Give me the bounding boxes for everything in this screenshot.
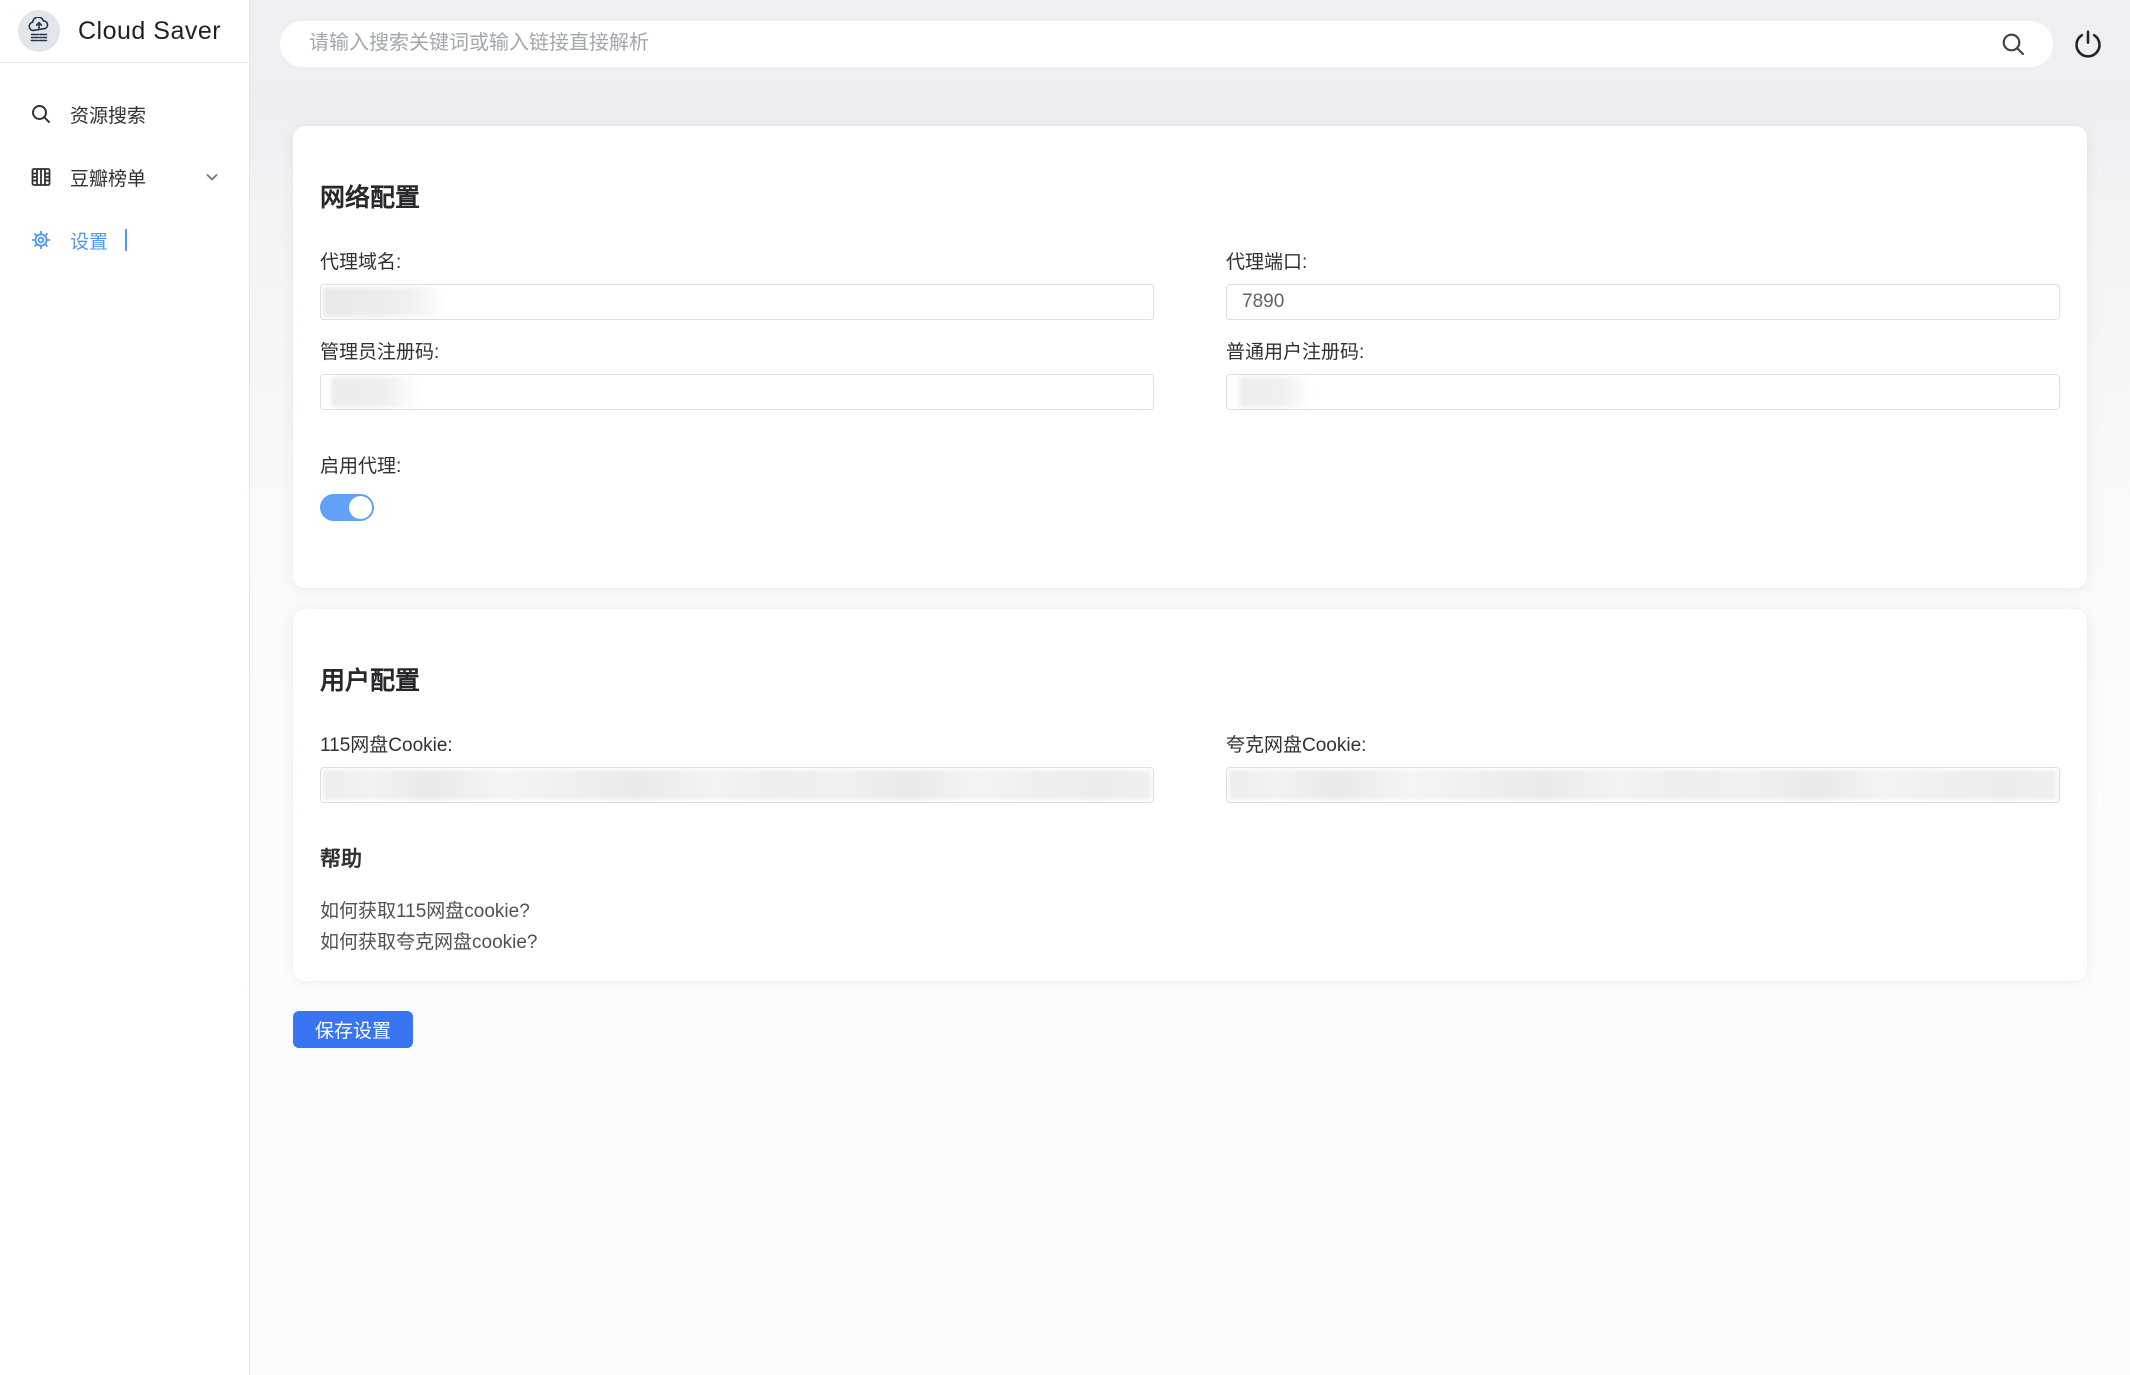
- gear-icon: [28, 227, 54, 253]
- enable-proxy-label: 启用代理:: [320, 454, 2060, 480]
- sidebar: Cloud Saver 资源搜索 豆瓣榜单: [0, 0, 250, 1375]
- topbar: [250, 0, 2130, 87]
- redacted-value: [331, 377, 419, 407]
- network-config-form: 代理域名: 代理端口: 管理员注册码: 普通用户注册码:: [320, 250, 2060, 410]
- chevron-down-icon: [203, 168, 221, 186]
- help-link-115-cookie[interactable]: 如何获取115网盘cookie?: [320, 899, 2060, 925]
- network-config-title: 网络配置: [320, 178, 2060, 214]
- search-bar: [280, 21, 2053, 67]
- sidebar-item-label: 资源搜索: [70, 101, 146, 128]
- admin-code-input[interactable]: [320, 374, 1154, 410]
- proxy-domain-field: 代理域名:: [320, 250, 1154, 320]
- help-link-quark-cookie[interactable]: 如何获取夸克网盘cookie?: [320, 930, 2060, 956]
- user-config-title: 用户配置: [320, 661, 2060, 697]
- search-icon: [28, 101, 54, 127]
- app-title: Cloud Saver: [78, 17, 221, 46]
- proxy-port-field: 代理端口:: [1226, 250, 2060, 320]
- cookie-115-input[interactable]: [320, 767, 1154, 803]
- user-code-input[interactable]: [1226, 374, 2060, 410]
- proxy-port-input[interactable]: [1226, 284, 2060, 320]
- sidebar-item-douban-charts[interactable]: 豆瓣榜单: [0, 149, 249, 205]
- admin-code-label: 管理员注册码:: [320, 340, 1154, 366]
- admin-code-field: 管理员注册码:: [320, 340, 1154, 410]
- proxy-domain-input[interactable]: [320, 284, 1154, 320]
- network-config-card: 网络配置 代理域名: 代理端口: 管理员注册码: 普通用户注册码:: [293, 126, 2087, 588]
- quark-cookie-field: 夸克网盘Cookie:: [1226, 733, 2060, 803]
- cloud-upload-logo-icon: [25, 17, 53, 45]
- sidebar-item-settings[interactable]: 设置: [0, 212, 249, 268]
- sidebar-item-label: 豆瓣榜单: [70, 164, 146, 191]
- sidebar-nav: 资源搜索 豆瓣榜单: [0, 63, 249, 268]
- enable-proxy-field: 启用代理:: [320, 454, 2060, 521]
- app-logo-row: Cloud Saver: [0, 0, 249, 63]
- sidebar-item-label: 设置: [70, 227, 108, 254]
- sidebar-item-resource-search[interactable]: 资源搜索: [0, 86, 249, 142]
- user-config-form: 115网盘Cookie: 夸克网盘Cookie:: [320, 733, 2060, 803]
- save-settings-button[interactable]: 保存设置: [293, 1011, 413, 1048]
- user-code-label: 普通用户注册码:: [1226, 340, 2060, 366]
- quark-cookie-input[interactable]: [1226, 767, 2060, 803]
- redacted-value: [1239, 377, 1311, 407]
- cookie-115-label: 115网盘Cookie:: [320, 733, 1154, 759]
- app-logo-avatar: [18, 10, 60, 52]
- quark-cookie-label: 夸克网盘Cookie:: [1226, 733, 2060, 759]
- cookie-115-field: 115网盘Cookie:: [320, 733, 1154, 803]
- redacted-value: [323, 287, 447, 317]
- user-code-field: 普通用户注册码:: [1226, 340, 2060, 410]
- proxy-domain-label: 代理域名:: [320, 250, 1154, 276]
- text-cursor: [125, 229, 127, 251]
- toggle-knob: [349, 496, 372, 519]
- redacted-value: [1229, 770, 2057, 800]
- redacted-value: [323, 770, 1151, 800]
- proxy-port-label: 代理端口:: [1226, 250, 2060, 276]
- help-links: 如何获取115网盘cookie? 如何获取夸克网盘cookie?: [320, 899, 2060, 956]
- search-input[interactable]: [280, 21, 2053, 67]
- enable-proxy-toggle[interactable]: [320, 494, 374, 521]
- settings-page: 网络配置 代理域名: 代理端口: 管理员注册码: 普通用户注册码:: [250, 87, 2130, 1375]
- film-grid-icon: [28, 164, 54, 190]
- help-title: 帮助: [320, 843, 2060, 873]
- user-config-card: 用户配置 115网盘Cookie: 夸克网盘Cookie: 帮助 如何获取115…: [293, 609, 2087, 981]
- logout-power-button[interactable]: [2066, 22, 2110, 66]
